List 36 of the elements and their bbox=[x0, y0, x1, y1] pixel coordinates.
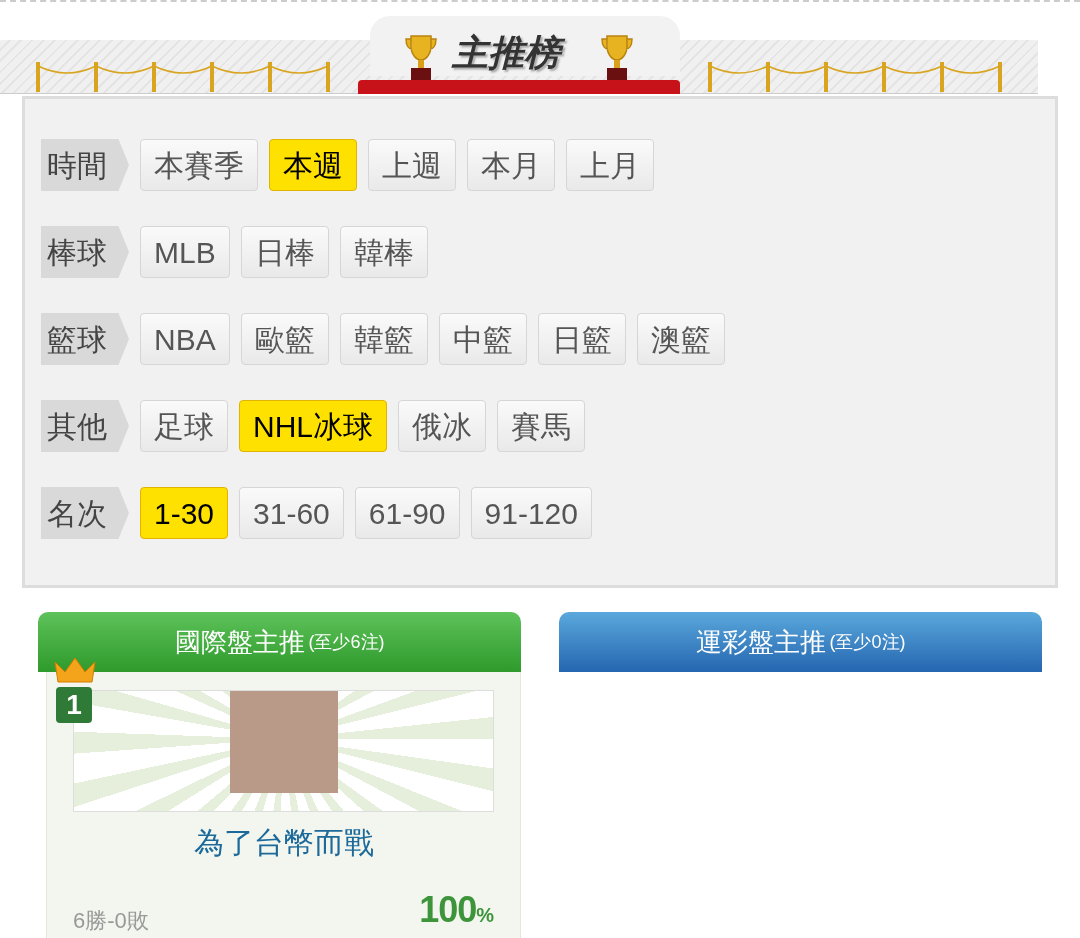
filter-option[interactable]: 澳籃 bbox=[636, 313, 725, 365]
filter-option[interactable]: 31-60 bbox=[239, 487, 344, 539]
filter-option[interactable]: NHL冰球 bbox=[239, 400, 387, 452]
filter-label: 棒球 bbox=[41, 226, 129, 278]
filter-option[interactable]: 賽馬 bbox=[497, 400, 585, 452]
filter-option[interactable]: 俄冰 bbox=[398, 400, 486, 452]
filter-label: 籃球 bbox=[41, 313, 129, 365]
board-tab[interactable]: 運彩盤主推(至少0注) bbox=[559, 612, 1042, 672]
filter-option[interactable]: MLB bbox=[140, 226, 230, 278]
filter-option[interactable]: 韓籃 bbox=[339, 313, 428, 365]
page-title: 主推榜 bbox=[444, 30, 568, 76]
filter-label: 名次 bbox=[41, 487, 129, 539]
win-loss-record: 6勝-0敗 bbox=[73, 907, 149, 935]
filter-option[interactable]: 本週 bbox=[269, 139, 357, 191]
filter-option[interactable]: 日籃 bbox=[537, 313, 626, 365]
filter-label: 時間 bbox=[41, 139, 129, 191]
filter-option[interactable]: 歐籃 bbox=[240, 313, 329, 365]
filter-option[interactable]: 本賽季 bbox=[140, 139, 258, 191]
filter-option[interactable]: 中籃 bbox=[438, 313, 527, 365]
user-name[interactable]: 為了台幣而戰 bbox=[73, 820, 494, 865]
filter-option[interactable]: 1-30 bbox=[140, 487, 229, 539]
ranking-card[interactable]: 1 為了台幣而戰 6勝-0敗 100% bbox=[46, 672, 521, 938]
filter-option[interactable]: NBA bbox=[140, 313, 230, 365]
trophy-icon bbox=[405, 34, 437, 80]
filter-option[interactable]: 61-90 bbox=[354, 487, 460, 539]
filter-option[interactable]: 韓棒 bbox=[339, 226, 428, 278]
filter-option[interactable]: 91-120 bbox=[470, 487, 592, 539]
filter-label: 其他 bbox=[41, 400, 129, 452]
filter-option[interactable]: 上月 bbox=[566, 139, 654, 191]
filter-option[interactable]: 日棒 bbox=[240, 226, 329, 278]
rank-badge: 1 bbox=[56, 687, 92, 723]
filter-option[interactable]: 上週 bbox=[368, 139, 456, 191]
filter-option[interactable]: 本月 bbox=[467, 139, 555, 191]
win-rate: 100% bbox=[419, 888, 494, 932]
trophy-icon bbox=[601, 34, 633, 80]
filter-option[interactable]: 足球 bbox=[140, 400, 228, 452]
